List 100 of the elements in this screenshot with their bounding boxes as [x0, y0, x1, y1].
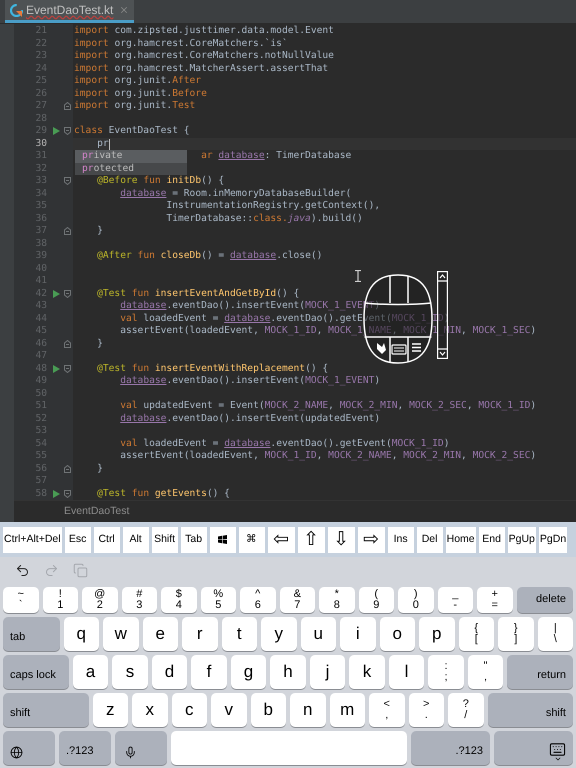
letter-key[interactable]: a: [72, 655, 108, 689]
letter-key[interactable]: o: [380, 617, 415, 651]
arrow-key[interactable]: ⇩: [328, 526, 355, 552]
letter-key[interactable]: f: [191, 655, 227, 689]
code-line: class EventDaoTest {: [74, 125, 190, 136]
hide-keyboard-key[interactable]: [494, 731, 573, 765]
toolbar-key[interactable]: ⌘: [238, 526, 265, 552]
toolbar-key[interactable]: Alt: [122, 526, 149, 552]
code-line: }: [97, 225, 103, 236]
run-icon[interactable]: [52, 127, 60, 136]
run-icon[interactable]: [52, 490, 60, 498]
letter-key[interactable]: p: [419, 617, 454, 651]
symbol-key[interactable]: ^ 6: [240, 587, 276, 613]
globe-key[interactable]: [3, 731, 55, 765]
letter-key[interactable]: s: [112, 655, 148, 689]
undo-icon[interactable]: [15, 562, 30, 578]
toolbar-key[interactable]: Home: [446, 526, 476, 552]
toolbar-key[interactable]: Esc: [64, 526, 91, 552]
close-icon[interactable]: [119, 5, 130, 15]
arrow-key[interactable]: ⇧: [298, 526, 325, 552]
letter-key[interactable]: t: [222, 617, 257, 651]
fold-icon[interactable]: [64, 227, 71, 236]
toolbar-key[interactable]: PgDn: [538, 526, 568, 552]
fold-icon[interactable]: [64, 177, 71, 186]
code-line: import org.junit.Before: [74, 88, 207, 98]
toolbar-key[interactable]: Shift: [152, 526, 178, 552]
symbol-key[interactable]: # 3: [122, 587, 157, 613]
letter-key[interactable]: k: [349, 655, 385, 689]
code-line: ar database: TimerDatabase: [201, 150, 352, 161]
breadcrumb[interactable]: EventDaoTest: [64, 504, 130, 520]
toolbar-key[interactable]: Ins: [388, 526, 414, 552]
symbol-key[interactable]: } ]: [498, 617, 534, 651]
symbol-key[interactable]: : ;: [428, 655, 464, 689]
symbol-key[interactable]: & 7: [280, 587, 315, 613]
letter-key[interactable]: q: [64, 617, 99, 651]
fold-icon[interactable]: [64, 490, 71, 498]
letter-key[interactable]: b: [250, 693, 286, 727]
letter-key[interactable]: w: [103, 617, 138, 651]
fold-icon[interactable]: [64, 464, 71, 473]
letter-key[interactable]: e: [142, 617, 178, 651]
letter-key[interactable]: n: [290, 693, 326, 727]
modifier-key[interactable]: delete: [516, 587, 573, 613]
arrow-key[interactable]: ⇨: [358, 526, 385, 552]
symbol-key[interactable]: ( 9: [358, 587, 394, 613]
symbol-key[interactable]: _ -: [438, 587, 473, 613]
toolbar-key[interactable]: Ctrl+Alt+Del: [3, 526, 62, 552]
letter-key[interactable]: z: [92, 693, 128, 727]
letter-key[interactable]: x: [132, 693, 168, 727]
letter-key[interactable]: h: [270, 655, 306, 689]
toolbar-key[interactable]: Tab: [180, 526, 207, 552]
symbol-key[interactable]: % 5: [200, 587, 236, 613]
tab-label: EventDaoTest.kt: [26, 2, 114, 19]
fold-icon[interactable]: [64, 290, 71, 298]
toolbar-key[interactable]: PgUp: [508, 526, 536, 552]
run-icon[interactable]: [52, 364, 60, 373]
letter-key[interactable]: l: [388, 655, 424, 689]
microphone-key[interactable]: [115, 731, 167, 765]
symbol-key[interactable]: ) 0: [398, 587, 434, 613]
windows-key[interactable]: [210, 526, 236, 552]
letter-key[interactable]: d: [152, 655, 188, 689]
modifier-key[interactable]: shift: [488, 693, 573, 727]
toolbar-key[interactable]: End: [478, 526, 505, 552]
letter-key[interactable]: i: [340, 617, 376, 651]
letter-key[interactable]: u: [300, 617, 336, 651]
fold-icon[interactable]: [64, 364, 71, 373]
fold-icon[interactable]: [64, 102, 71, 110]
letter-key[interactable]: m: [330, 693, 365, 727]
line-number: 30: [34, 138, 48, 150]
symbol-key[interactable]: > .: [408, 693, 444, 727]
file-tab[interactable]: EventDaoTest.kt: [5, 0, 134, 23]
modifier-key[interactable]: return: [507, 655, 573, 689]
run-icon[interactable]: [52, 290, 60, 298]
completion-item[interactable]: protected: [75, 162, 187, 175]
symbol-key[interactable]: < ,: [369, 693, 404, 727]
symbol-key[interactable]: * 8: [319, 587, 354, 613]
fold-icon[interactable]: [64, 127, 71, 136]
symbol-key[interactable]: + =: [477, 587, 512, 613]
letter-key[interactable]: v: [211, 693, 246, 727]
symbol-key[interactable]: | \: [538, 617, 573, 651]
fold-icon[interactable]: [64, 340, 71, 348]
letter-key[interactable]: c: [172, 693, 207, 727]
modifier-key[interactable]: .?123: [411, 731, 490, 765]
letter-key[interactable]: j: [310, 655, 346, 689]
symbol-key[interactable]: ! 1: [42, 587, 78, 613]
symbol-key[interactable]: ~ `: [3, 587, 38, 613]
letter-key[interactable]: r: [182, 617, 218, 651]
toolbar-key[interactable]: Ctrl: [94, 526, 120, 552]
symbol-key[interactable]: ? /: [448, 693, 484, 727]
toolbar-key[interactable]: Del: [416, 526, 443, 552]
symbol-key[interactable]: $ 4: [161, 587, 196, 613]
modifier-key[interactable]: .?123: [59, 731, 111, 765]
modifier-key[interactable]: shift: [3, 693, 88, 727]
symbol-key[interactable]: " ,: [468, 655, 504, 689]
symbol-key[interactable]: @ 2: [82, 587, 118, 613]
arrow-key[interactable]: ⇦: [268, 526, 295, 552]
symbol-key[interactable]: { [: [458, 617, 494, 651]
modifier-key[interactable]: caps lock: [3, 655, 69, 689]
modifier-key[interactable]: tab: [3, 617, 60, 651]
letter-key[interactable]: g: [230, 655, 266, 689]
letter-key[interactable]: y: [261, 617, 296, 651]
